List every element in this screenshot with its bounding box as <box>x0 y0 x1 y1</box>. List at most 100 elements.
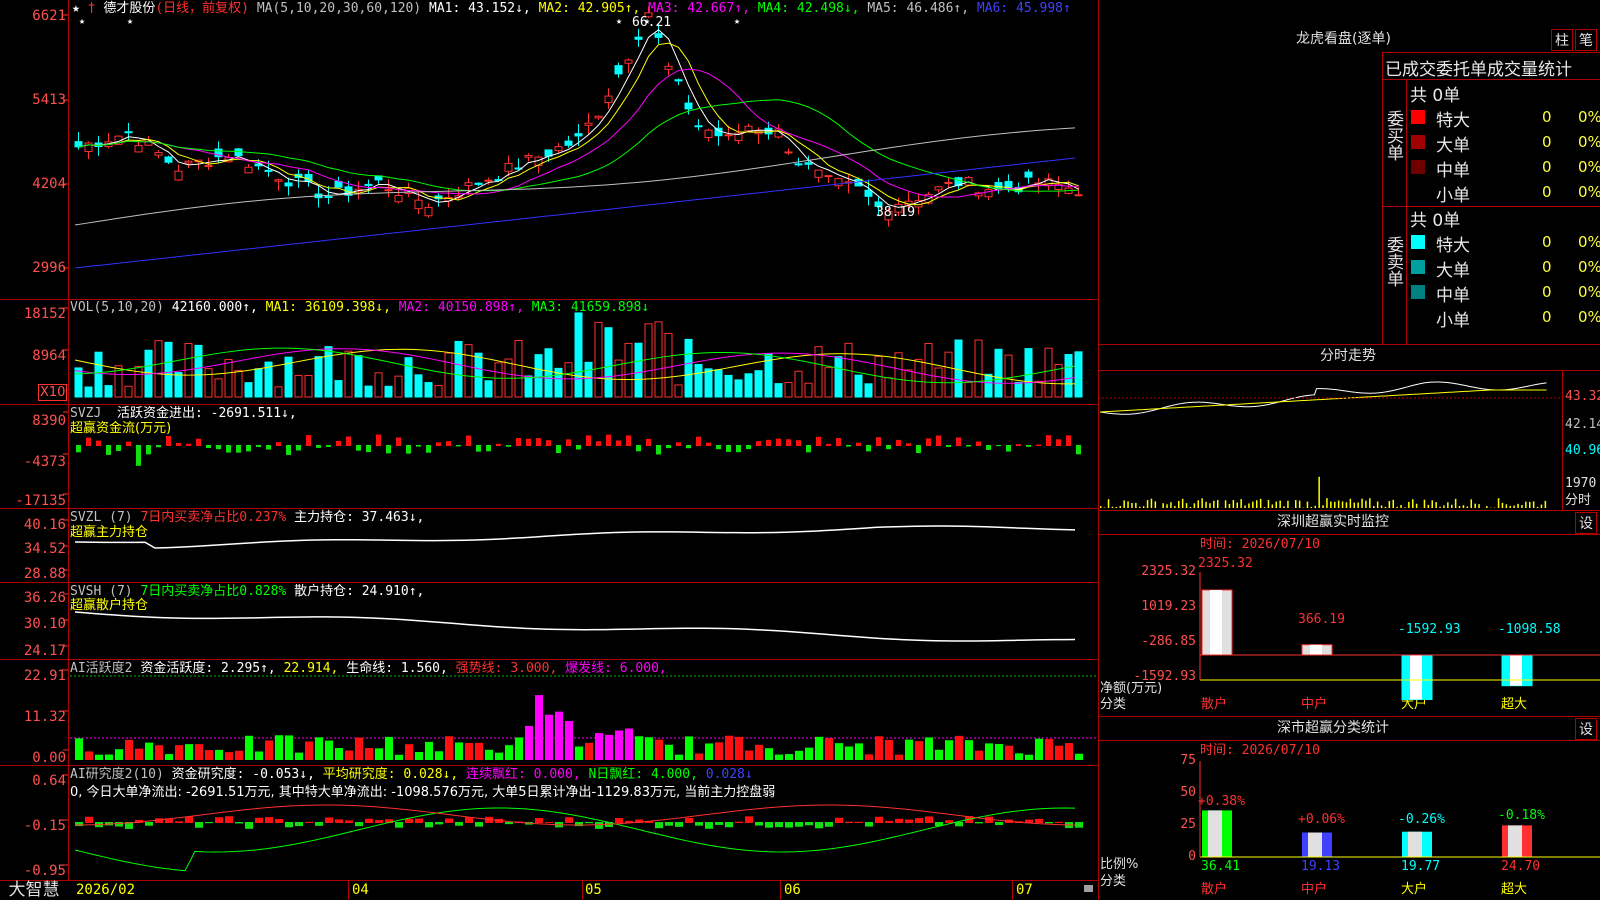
intraday-volume-bar <box>1252 501 1254 508</box>
volume-bar <box>704 368 713 398</box>
intraday-volume-bar <box>1100 506 1102 508</box>
lhb-title: 龙虎看盘(逐单) <box>1296 31 1391 47</box>
candle <box>704 129 713 139</box>
research-bar <box>1055 821 1063 823</box>
volume-bar <box>954 339 963 398</box>
flow-bar <box>626 435 631 446</box>
research-bar <box>85 816 93 823</box>
flow-bar <box>76 445 81 453</box>
star-icon: ★ <box>616 16 623 27</box>
volume-bar <box>394 375 403 398</box>
volume-bar <box>174 372 183 398</box>
volume-bar <box>634 342 643 398</box>
order-row-label: 大单 <box>1436 136 1470 156</box>
active-bar <box>195 744 203 760</box>
color-swatch <box>1411 260 1425 274</box>
active-bar <box>355 737 363 760</box>
intraday-volume-bar <box>1529 501 1531 508</box>
order-row-pct: 0% <box>1578 158 1600 176</box>
order-row-label: 中单 <box>1436 161 1470 181</box>
x-axis-label: 05 <box>585 882 602 898</box>
ma-value-5: MA5: 46.486↑, <box>867 1 977 16</box>
research-bar <box>465 817 473 823</box>
active-bar <box>595 733 603 760</box>
buy-side-label: 委买单 <box>1383 110 1403 161</box>
volume-bar <box>564 362 573 398</box>
y-tick-label: 18152 <box>23 306 66 322</box>
intraday-volume-bar <box>1131 503 1133 508</box>
volume-bar <box>724 374 733 398</box>
flow-bar <box>546 440 551 446</box>
flow-bar <box>506 445 511 447</box>
flow-bar <box>726 445 731 452</box>
active-bar <box>915 741 923 760</box>
flow-bar <box>876 437 881 446</box>
y-tick-label: -4373 <box>23 454 66 470</box>
candle <box>604 95 613 104</box>
column-view-button[interactable]: 柱 <box>1551 29 1573 51</box>
svzl-header: SVZL (7) 7日内买卖净占比0.237% 主力持仓: 37.463↓, <box>70 510 424 525</box>
flow-bar <box>886 445 891 450</box>
ai-research-title[interactable]: AI研究度2(10) <box>70 767 164 782</box>
color-swatch <box>1411 110 1425 124</box>
volume-bar <box>214 378 223 398</box>
research-bar <box>825 822 833 827</box>
research-bar <box>1035 818 1043 823</box>
volume-bar <box>1004 354 1013 398</box>
chart-canvas[interactable] <box>0 0 1098 900</box>
color-swatch <box>1411 285 1425 299</box>
flow-bar <box>756 441 761 446</box>
volume-bar <box>734 379 743 398</box>
intraday-volume-bar <box>1525 501 1527 508</box>
svsh-title[interactable]: SVSH (7) <box>70 584 133 599</box>
ma-value-6: MA6: 45.998↑ <box>976 1 1071 16</box>
volume-bar <box>964 381 973 398</box>
tick-view-button[interactable]: 笔 <box>1575 29 1597 51</box>
active-bar <box>845 746 853 760</box>
research-bar <box>245 822 253 829</box>
research-bar <box>815 822 823 829</box>
svzj-title[interactable]: SVZJ <box>70 406 101 421</box>
volume-bar <box>684 338 693 398</box>
candle <box>134 145 143 153</box>
chart-mode[interactable]: (日线，前复权) <box>155 1 249 16</box>
y-tick-label: 36.26 <box>23 590 66 606</box>
active-bar <box>235 750 243 760</box>
candle <box>484 179 493 182</box>
intraday-volume-bar <box>1478 504 1480 508</box>
svzl-title[interactable]: SVZL (7) <box>70 510 133 525</box>
research-bar <box>715 822 723 825</box>
lock-icon[interactable] <box>1084 885 1093 892</box>
active-bar <box>275 735 283 760</box>
flow-bar <box>746 445 751 450</box>
ai-active-v1: 资金活跃度: 2.295↑, <box>140 661 276 676</box>
star-icon: ★ <box>127 16 134 27</box>
active-bar <box>575 746 583 760</box>
research-bar <box>175 821 183 823</box>
research-bar <box>695 822 703 826</box>
research-bar <box>755 822 763 826</box>
svzl-value: 主力持仓: 37.463↓, <box>294 510 425 525</box>
research-bar <box>455 822 463 826</box>
volume-unit-badge[interactable]: X10 <box>38 384 68 401</box>
active-bar <box>795 750 803 760</box>
ai-research-header: AI研究度2(10) 资金研究度: -0.053↓, 平均研究度: 0.028↓… <box>70 767 753 782</box>
star-icon: ★ <box>79 16 86 27</box>
ai-active-title[interactable]: AI活跃度2 <box>70 661 132 676</box>
flow-bar <box>156 445 161 448</box>
right-chart-canvas[interactable] <box>1098 370 1600 900</box>
app-name[interactable]: 大智慧 <box>0 880 68 900</box>
order-row-pct: 0% <box>1578 133 1600 151</box>
volume-bar <box>864 383 873 398</box>
active-bar <box>1005 745 1013 760</box>
flow-bar <box>376 434 381 446</box>
intraday-volume-bar <box>1365 500 1367 508</box>
order-row-count: 0 <box>1542 133 1552 151</box>
active-bar <box>735 736 743 760</box>
ai-active-v3: 生命线: 1.560, <box>346 661 448 676</box>
y-tick-label: 5413 <box>32 92 66 108</box>
retail-holding-line <box>74 611 1076 642</box>
volume-title[interactable]: VOL(5,10,20) <box>70 300 164 315</box>
intraday-volume-bar <box>1540 504 1543 508</box>
ma-params: MA(5,10,20,30,60,120) <box>256 1 422 16</box>
